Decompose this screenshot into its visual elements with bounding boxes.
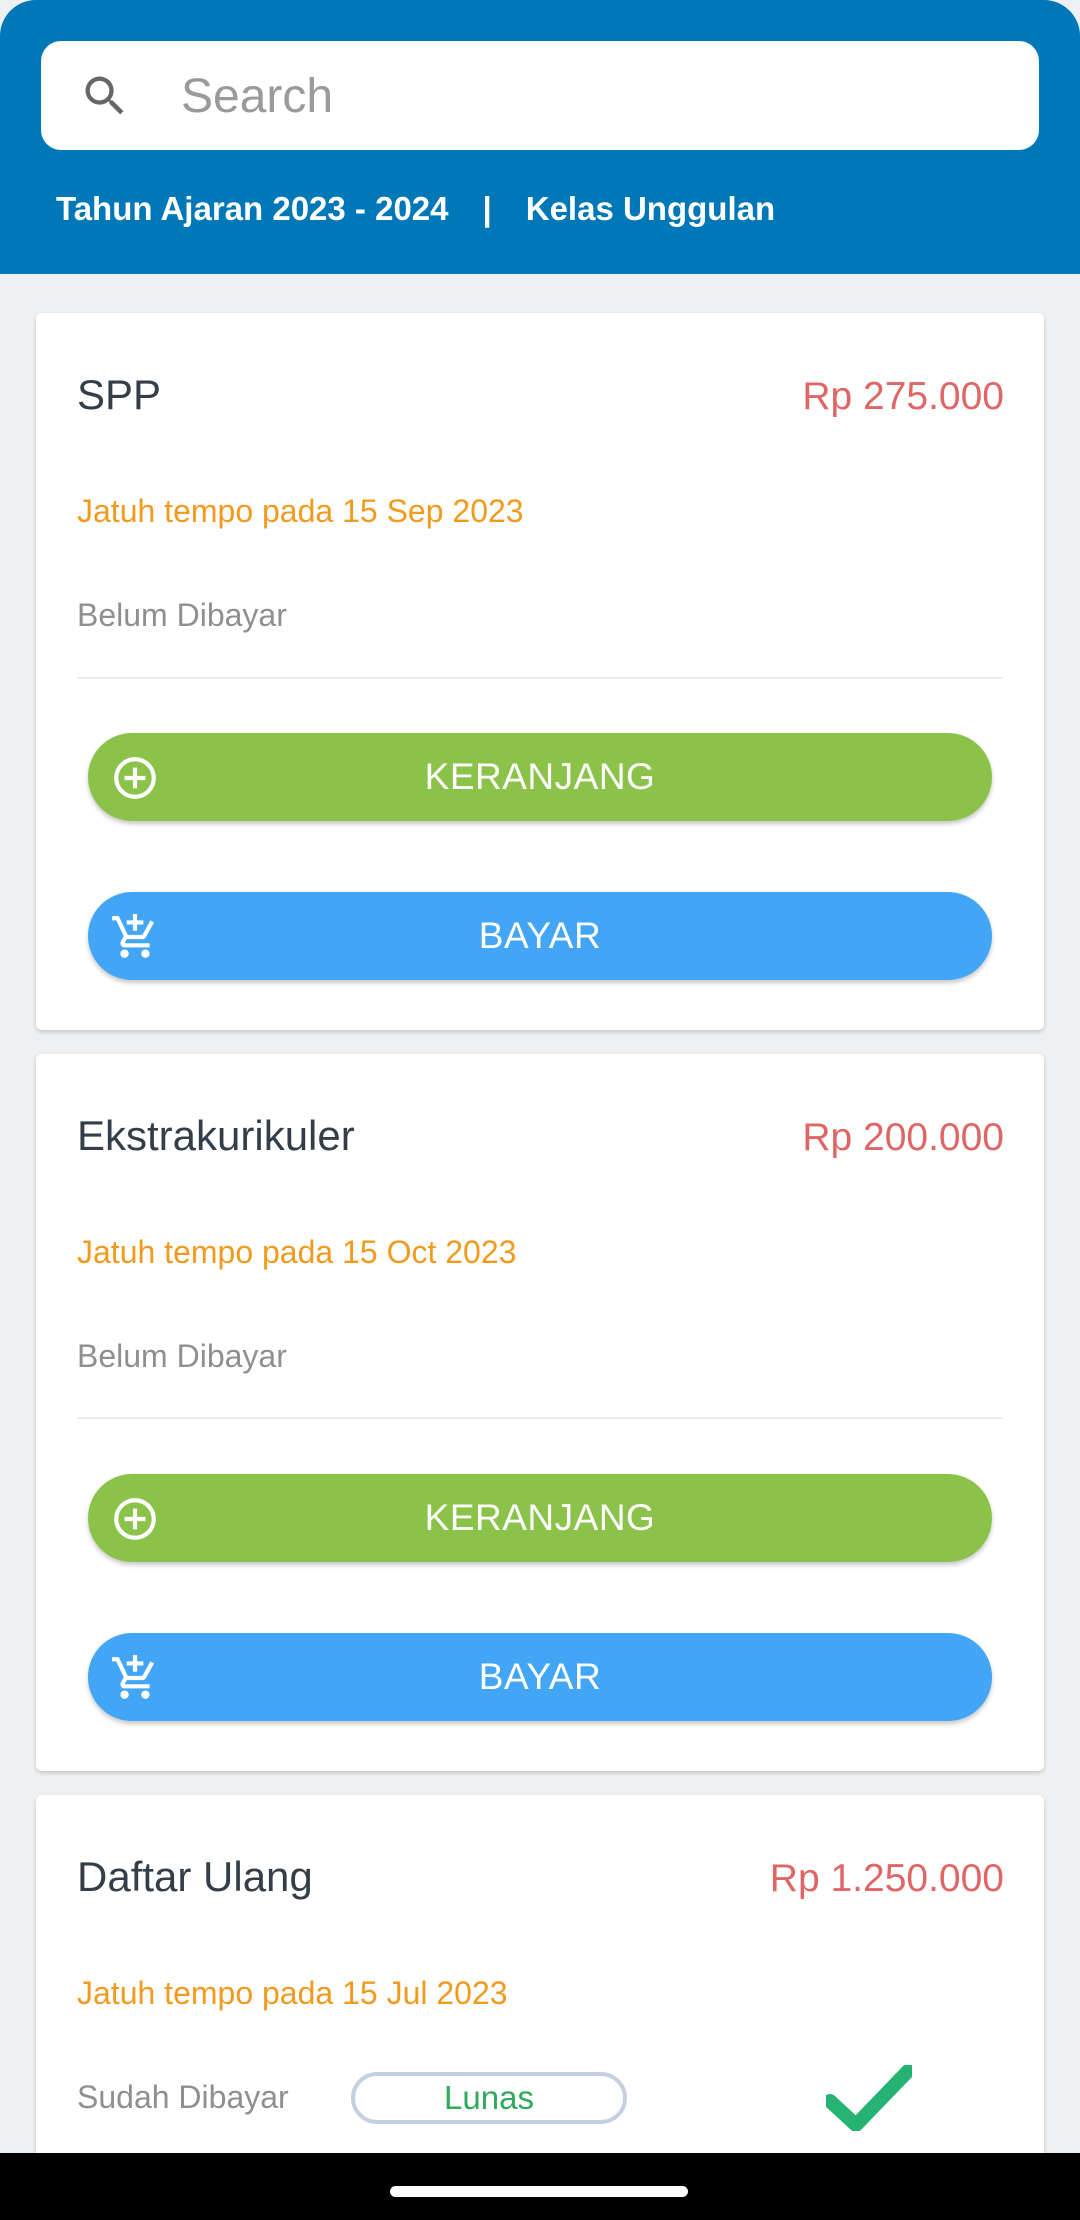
divider xyxy=(77,677,1003,679)
add-to-cart-button[interactable]: KERANJANG xyxy=(88,1474,992,1562)
checkmark-icon xyxy=(826,2065,912,2131)
home-gesture-handle[interactable] xyxy=(390,2186,688,2197)
paid-badge: Lunas xyxy=(351,2072,627,2124)
add-circle-icon xyxy=(114,757,156,799)
bill-name: SPP xyxy=(77,371,162,418)
pay-button[interactable]: BAYAR xyxy=(88,892,992,980)
pay-label: BAYAR xyxy=(478,915,602,956)
divider xyxy=(77,1417,1003,1419)
bill-amount: Rp 275.000 xyxy=(802,375,1004,418)
academic-info: Tahun Ajaran 2023 - 2024 | Kelas Unggula… xyxy=(56,190,775,228)
pay-button[interactable]: BAYAR xyxy=(88,1633,992,1721)
add-cart-icon xyxy=(112,914,155,958)
payment-status: Belum Dibayar xyxy=(77,1338,287,1374)
bill-card: Ekstrakurikuler Rp 200.000 Jatuh tempo p… xyxy=(36,1054,1044,1771)
payment-status: Belum Dibayar xyxy=(77,597,287,633)
add-to-cart-button[interactable]: KERANJANG xyxy=(88,733,992,821)
system-navigation-bar xyxy=(0,2153,1080,2220)
bill-amount: Rp 1.250.000 xyxy=(769,1857,1004,1900)
bill-name: Daftar Ulang xyxy=(77,1853,313,1900)
due-date: Jatuh tempo pada 15 Jul 2023 xyxy=(77,1975,508,2011)
search-input[interactable] xyxy=(179,63,1003,129)
due-date: Jatuh tempo pada 15 Sep 2023 xyxy=(77,493,524,529)
payment-status: Sudah Dibayar xyxy=(77,2079,289,2115)
add-circle-icon xyxy=(114,1498,156,1540)
header-bar: Tahun Ajaran 2023 - 2024 | Kelas Unggula… xyxy=(0,0,1080,274)
academic-year: Tahun Ajaran 2023 - 2024 xyxy=(56,190,449,227)
add-to-cart-label: KERANJANG xyxy=(424,756,656,797)
add-to-cart-label: KERANJANG xyxy=(424,1497,656,1538)
search-bar[interactable] xyxy=(41,41,1039,150)
bill-card: SPP Rp 275.000 Jatuh tempo pada 15 Sep 2… xyxy=(36,313,1044,1030)
info-separator: | xyxy=(482,190,492,227)
bill-name: Ekstrakurikuler xyxy=(77,1112,355,1159)
pay-label: BAYAR xyxy=(478,1656,602,1697)
add-cart-icon xyxy=(112,1655,155,1699)
bill-amount: Rp 200.000 xyxy=(802,1116,1004,1159)
class-name: Kelas Unggulan xyxy=(525,190,776,227)
due-date: Jatuh tempo pada 15 Oct 2023 xyxy=(77,1234,517,1270)
search-icon xyxy=(85,76,124,115)
bill-card: Daftar Ulang Rp 1.250.000 Jatuh tempo pa… xyxy=(36,1795,1044,2195)
